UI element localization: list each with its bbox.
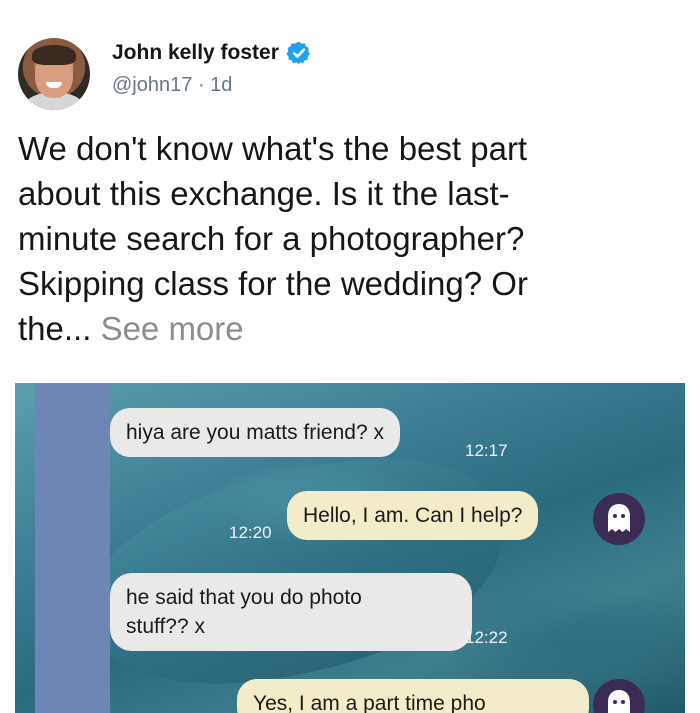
author-name[interactable]: John kelly foster [112, 41, 279, 65]
ghost-avatar-icon [593, 493, 645, 545]
tweet-truncated-text: the... [18, 310, 92, 347]
tweet-media-image[interactable]: hiya are you matts friend? x 12:17 12:20… [15, 383, 685, 713]
separator-dot: · [197, 74, 205, 96]
chat-message-text: hiya are you matts friend? x [126, 421, 384, 444]
tweet-header: John kelly foster @john17 · 1d [18, 38, 312, 110]
ghost-avatar-icon [593, 679, 645, 713]
chat-left-strip [35, 383, 110, 713]
author-meta: John kelly foster @john17 · 1d [112, 40, 312, 97]
chat-timestamp: 12:20 [229, 523, 272, 542]
chat-message-text: Yes, I am a part time pho [253, 692, 486, 713]
tweet-line: minute search for a photographer? [18, 220, 525, 257]
tweet-line-last: the... See more [18, 306, 688, 351]
verified-badge-icon [286, 41, 310, 65]
tweet-body: We don't know what's the best part about… [18, 126, 688, 351]
chat-bubble-incoming: he said that you do photo stuff?? x [110, 573, 472, 651]
see-more-link[interactable]: See more [101, 310, 244, 347]
chat-bubble-outgoing: Hello, I am. Can I help? [287, 491, 539, 540]
tweet-line: Skipping class for the wedding? Or [18, 265, 528, 302]
author-handle[interactable]: @john17 [112, 74, 192, 96]
chat-bubble-outgoing: Yes, I am a part time pho [237, 679, 589, 713]
author-avatar[interactable] [18, 38, 90, 110]
chat-message-text: Hello, I am. Can I help? [303, 504, 523, 527]
author-handle-row: @john17 · 1d [112, 74, 312, 97]
chat-timestamp: 12:22 [465, 628, 508, 647]
tweet-line: about this exchange. Is it the last- [18, 175, 510, 212]
post-time[interactable]: 1d [210, 74, 232, 96]
chat-bubble-incoming: hiya are you matts friend? x [110, 408, 400, 457]
chat-timestamp: 12:17 [465, 441, 508, 460]
chat-message-text: he said that you do photo [126, 586, 362, 609]
chat-message-text: stuff?? x [126, 615, 205, 638]
tweet-line: We don't know what's the best part [18, 130, 528, 167]
